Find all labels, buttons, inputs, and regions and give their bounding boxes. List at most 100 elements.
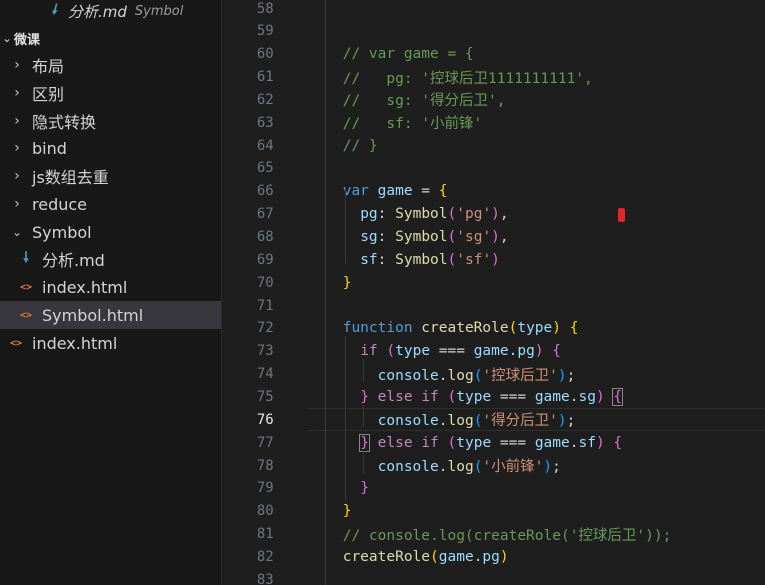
line-number: 73 bbox=[256, 343, 274, 360]
code-token: '控球后卫' bbox=[482, 367, 558, 384]
code-line[interactable]: 75 } else if (type === game.sg) { bbox=[222, 385, 765, 408]
code-token: ( bbox=[447, 388, 457, 405]
code-line[interactable]: 72 function createRole(type) { bbox=[222, 317, 765, 340]
explorer-root-folder[interactable]: ⌄ 微课 bbox=[0, 26, 221, 50]
chevron-down-icon: ⌄ bbox=[2, 31, 12, 45]
tree-item-label: js数组去重 bbox=[32, 168, 109, 187]
code-line[interactable]: 58 bbox=[222, 0, 765, 20]
file-item[interactable]: <> index.html bbox=[0, 273, 221, 301]
code-line[interactable]: 78 console.log('小前锋'); bbox=[222, 454, 765, 477]
code-content: var game = { bbox=[343, 183, 448, 199]
tree-item-label: 隐式转换 bbox=[32, 113, 97, 132]
line-number: 63 bbox=[256, 114, 274, 131]
code-token: ) bbox=[543, 459, 553, 475]
code-token: // pg: '控球后卫1111111111', bbox=[342, 70, 593, 87]
code-line[interactable]: 80} bbox=[222, 500, 765, 523]
code-token: // sf: '小前锋' bbox=[342, 116, 483, 133]
open-editor-item[interactable]: 🠗 分析.md Symbol bbox=[0, 0, 221, 22]
code-token: pg bbox=[360, 206, 378, 223]
tree-item-label: bind bbox=[32, 138, 67, 158]
folder-item[interactable]: ⌄ Symbol bbox=[0, 218, 221, 246]
line-number: 58 bbox=[256, 0, 274, 17]
code-token: // sg: '得分后卫', bbox=[342, 93, 506, 110]
code-line[interactable]: 76 console.log('得分后卫'); bbox=[222, 408, 765, 432]
tree-item-label: reduce bbox=[32, 194, 88, 214]
code-line[interactable]: 81 // console.log(createRole('控球后卫')); bbox=[222, 523, 765, 546]
code-line[interactable]: 64 // } bbox=[222, 134, 765, 157]
code-token: ) bbox=[557, 413, 567, 430]
code-content: // } bbox=[343, 138, 378, 154]
code-token: ) bbox=[534, 343, 544, 360]
file-item[interactable]: 🠗 分析.md bbox=[0, 245, 221, 273]
code-token: type bbox=[395, 343, 431, 360]
chevron-right-icon: › bbox=[14, 85, 20, 101]
code-line[interactable]: 66 var game = { bbox=[222, 180, 765, 203]
folder-item[interactable]: › 隐式转换 bbox=[0, 107, 221, 135]
code-token: === bbox=[491, 388, 535, 405]
code-line[interactable]: 70} bbox=[222, 271, 765, 294]
code-token: sf bbox=[360, 251, 378, 268]
code-content: sg: Symbol('sg'), bbox=[343, 229, 508, 245]
tree-item-label: index.html bbox=[42, 277, 128, 297]
code-token: { bbox=[612, 387, 624, 406]
line-number: 67 bbox=[256, 206, 274, 223]
code-token: ( bbox=[386, 343, 396, 360]
code-token: '小前锋' bbox=[482, 459, 544, 475]
file-item[interactable]: <> Symbol.html bbox=[0, 301, 221, 329]
line-number: 66 bbox=[256, 183, 274, 200]
code-line[interactable]: 79 } bbox=[222, 477, 765, 500]
code-token: } bbox=[360, 480, 369, 497]
code-token: if bbox=[360, 343, 378, 360]
code-token: game bbox=[438, 548, 474, 565]
indent-guide bbox=[324, 0, 326, 585]
code-line[interactable]: 60 // var game = { bbox=[222, 43, 765, 66]
code-line[interactable]: 82 createRole(game.pg) bbox=[222, 545, 765, 568]
code-line[interactable]: 73 if (type === game.pg) { bbox=[222, 340, 765, 363]
folder-item[interactable]: › 区别 bbox=[0, 79, 221, 107]
code-line[interactable]: 68 sg: Symbol('sg'), bbox=[222, 226, 765, 249]
code-line[interactable]: 59 bbox=[222, 20, 765, 43]
code-line[interactable]: 77 } else if (type === game.sf) { bbox=[222, 431, 765, 454]
code-token: // } bbox=[342, 137, 378, 154]
line-number: 59 bbox=[256, 23, 274, 40]
code-editor[interactable]: 58 59 60 // var game = { 61 // pg: '控球后卫11111… bbox=[221, 0, 765, 585]
code-token: ( bbox=[447, 229, 457, 245]
code-line[interactable]: 61 // pg: '控球后卫1111111111', bbox=[222, 66, 765, 89]
code-token: { bbox=[613, 434, 623, 451]
code-line[interactable]: 83 bbox=[222, 568, 765, 585]
code-line[interactable]: 71 bbox=[222, 294, 765, 317]
code-line[interactable]: 63 // sf: '小前锋' bbox=[222, 111, 765, 134]
folder-item[interactable]: › reduce bbox=[0, 190, 221, 218]
open-editor-filename: 分析.md bbox=[68, 2, 127, 21]
folder-item[interactable]: › bind bbox=[0, 134, 221, 162]
line-number: 83 bbox=[256, 571, 274, 585]
explorer-sidebar: 🠗 分析.md Symbol ⌄ 微课 › 布局 › 区别 › 隐式转换 › bind › js数… bbox=[0, 0, 222, 585]
code-content: // pg: '控球后卫1111111111', bbox=[343, 67, 593, 88]
code-content: // var game = { bbox=[343, 46, 474, 62]
folder-item[interactable]: › js数组去重 bbox=[0, 162, 221, 190]
code-token: { bbox=[552, 343, 562, 360]
file-item[interactable]: <> index.html bbox=[0, 329, 221, 357]
code-content: function createRole(type) { bbox=[343, 320, 579, 336]
code-token: === bbox=[491, 434, 535, 451]
code-token: sf bbox=[578, 434, 596, 451]
folder-item[interactable]: › 布局 bbox=[0, 51, 221, 79]
code-line[interactable]: 74 console.log('控球后卫'); bbox=[222, 363, 765, 386]
tree-item-label: 区别 bbox=[32, 85, 65, 104]
code-line[interactable]: 69 sf: Symbol('sf') bbox=[222, 248, 765, 271]
code-line[interactable]: 67 pg: Symbol('pg'), bbox=[222, 203, 765, 226]
code-line[interactable]: 62 // sg: '得分后卫', bbox=[222, 88, 765, 111]
code-line[interactable]: 65 bbox=[222, 157, 765, 180]
code-content: console.log('得分后卫'); bbox=[343, 409, 576, 430]
code-token: if bbox=[421, 388, 439, 405]
tree-item-label: Symbol.html bbox=[42, 305, 144, 325]
line-number: 79 bbox=[256, 480, 274, 497]
html-file-icon: <> bbox=[19, 309, 33, 321]
code-token: createRole bbox=[421, 320, 509, 337]
code-token: ( bbox=[447, 251, 457, 268]
indent-guide bbox=[362, 451, 364, 473]
code-token: ) bbox=[557, 367, 567, 384]
line-number: 61 bbox=[256, 69, 274, 86]
